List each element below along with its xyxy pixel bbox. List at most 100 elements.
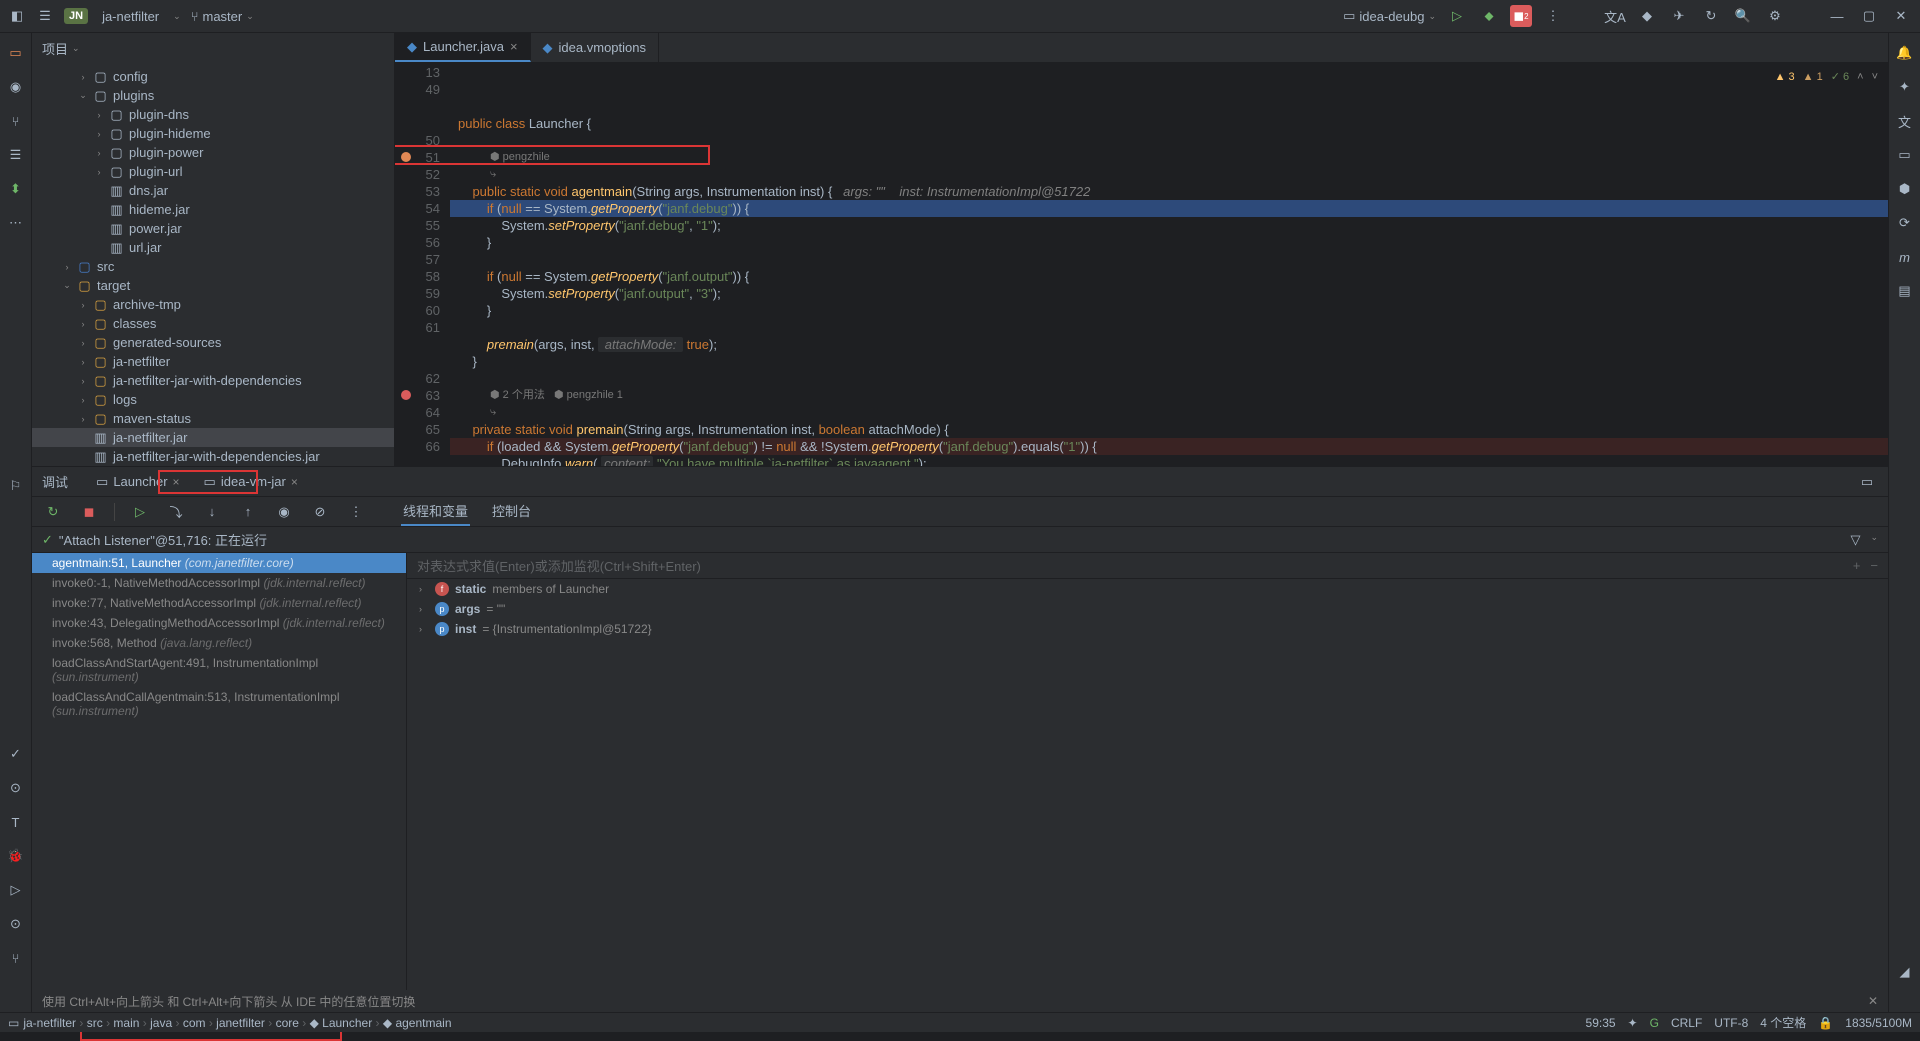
debug-more-icon[interactable]: ⋮ [345, 501, 367, 523]
threads-vars-tab[interactable]: 线程和变量 [401, 497, 470, 526]
more-tools-icon[interactable]: ⋯ [6, 213, 26, 233]
stack-frame[interactable]: invoke:568, Method (java.lang.reflect) [32, 633, 406, 653]
breadcrumb-item[interactable]: core [276, 1016, 299, 1030]
chevron-down-icon[interactable]: ⌄ [72, 43, 80, 54]
vcs-status-icon[interactable]: ✦ [1628, 1016, 1638, 1030]
tree-chevron-icon[interactable]: ⌄ [78, 90, 88, 101]
breadcrumb-item[interactable]: main [113, 1016, 139, 1030]
stack-frame[interactable]: invoke0:-1, NativeMethodAccessorImpl (jd… [32, 573, 406, 593]
tree-item[interactable]: › ▢ classes [32, 314, 394, 333]
add-watch-icon[interactable]: + [1853, 558, 1861, 573]
tree-chevron-icon[interactable]: › [78, 414, 88, 424]
chevron-up-icon[interactable]: ˄ [1857, 69, 1863, 86]
tree-item[interactable]: ▥ dns.jar [32, 181, 394, 200]
commit-tool-icon[interactable]: ◉ [6, 77, 26, 97]
code-line[interactable]: if (null == System.getProperty("janf.out… [450, 268, 1888, 285]
stack-frame[interactable]: invoke:77, NativeMethodAccessorImpl (jdk… [32, 593, 406, 613]
memory-indicator[interactable]: 1835/5100M [1845, 1016, 1912, 1030]
debug-tool-icon[interactable]: 🐞 [6, 846, 26, 866]
plane-icon[interactable]: ✈ [1668, 5, 1690, 27]
thread-status[interactable]: "Attach Listener"@51,716: 正在运行 [59, 530, 267, 549]
tree-chevron-icon[interactable]: › [94, 167, 104, 177]
breadcrumb-item[interactable]: ◆ Launcher [310, 1016, 373, 1030]
tree-item[interactable]: › ▢ plugin-url [32, 162, 394, 181]
code-line[interactable]: premain(args, inst, attachMode: true); [450, 336, 1888, 353]
tree-item[interactable]: ▥ ja-netfilter.jar [32, 428, 394, 447]
maximize-button[interactable]: ▢ [1858, 5, 1880, 27]
settings-icon[interactable]: ⚙ [1764, 5, 1786, 27]
step-out-icon[interactable]: ↑ [237, 501, 259, 523]
maven-tool-icon[interactable]: ⬢ [1895, 179, 1915, 199]
close-tab-icon[interactable]: × [510, 39, 518, 54]
breadcrumb-item[interactable]: janetfilter [216, 1016, 265, 1030]
tree-item[interactable]: › ▢ ja-netfilter-jar-with-dependencies [32, 371, 394, 390]
tree-item[interactable]: › ▢ src [32, 257, 394, 276]
mute-breakpoints-icon[interactable]: ⊘ [309, 501, 331, 523]
tree-chevron-icon[interactable]: › [62, 262, 72, 272]
run-button[interactable]: ▷ [1446, 5, 1468, 27]
breadcrumb-item[interactable]: com [183, 1016, 206, 1030]
step-into-icon[interactable]: ↓ [201, 501, 223, 523]
debug-tab[interactable]: ▭idea-vm-jar× [196, 470, 306, 494]
tree-chevron-icon[interactable]: › [94, 129, 104, 139]
caret-position[interactable]: 59:35 [1586, 1016, 1616, 1030]
endpoints-tool-icon[interactable]: ⬍ [6, 179, 26, 199]
todo-tool-icon[interactable]: ✓ [6, 744, 26, 764]
step-over-icon[interactable]: ⤵ [165, 501, 187, 523]
run-config-selector[interactable]: ▭ idea-deubg ⌄ [1343, 8, 1436, 24]
tree-item[interactable]: › ▢ ja-netfilter [32, 352, 394, 371]
code-line[interactable] [450, 319, 1888, 336]
code-line[interactable] [450, 370, 1888, 387]
file-encoding[interactable]: UTF-8 [1714, 1016, 1748, 1030]
problems-tool-icon[interactable]: ⊙ [6, 778, 26, 798]
debug-button[interactable]: ⬥ [1478, 5, 1500, 27]
tree-item[interactable]: › ▢ maven-status [32, 409, 394, 428]
code-line[interactable]: } [450, 353, 1888, 370]
code-line[interactable]: System.setProperty("janf.debug", "1"); [450, 217, 1888, 234]
stop-button[interactable]: ◼2 [1510, 5, 1532, 27]
eval-input[interactable]: 对表达式求值(Enter)或添加监视(Ctrl+Shift+Enter) [417, 556, 701, 575]
breakpoint-icon[interactable] [401, 152, 411, 162]
tree-item[interactable]: ▥ ja-netfilter-jar-with-dependencies.jar [32, 447, 394, 466]
resume-icon[interactable]: ▷ [129, 501, 151, 523]
minimize-button[interactable]: — [1826, 5, 1848, 27]
chevron-down-icon[interactable]: ⌄ [1870, 532, 1878, 548]
git-tool-icon[interactable]: ⑂ [6, 948, 26, 968]
inspection-ok[interactable]: ✓ 6 [1831, 69, 1849, 86]
coverage-tool-icon[interactable]: ▤ [1895, 281, 1915, 301]
code-line[interactable]: } [450, 234, 1888, 251]
debug-variable[interactable]: › p args = "" [407, 599, 1888, 619]
tree-item[interactable]: ▥ url.jar [32, 238, 394, 257]
stack-frame[interactable]: invoke:43, DelegatingMethodAccessorImpl … [32, 613, 406, 633]
tree-chevron-icon[interactable]: › [78, 357, 88, 367]
tree-chevron-icon[interactable]: › [78, 376, 88, 386]
close-hint-icon[interactable]: ✕ [1868, 994, 1878, 1008]
code-line[interactable]: private static void premain(String args,… [450, 421, 1888, 438]
google-status-icon[interactable]: G [1650, 1016, 1659, 1030]
chevron-right-icon[interactable]: › [419, 604, 429, 614]
tree-item[interactable]: › ▢ archive-tmp [32, 295, 394, 314]
code-line[interactable] [450, 251, 1888, 268]
tree-item[interactable]: › ▢ plugin-dns [32, 105, 394, 124]
tree-item[interactable]: ▥ power.jar [32, 219, 394, 238]
breadcrumb-item[interactable]: ◆ agentmain [383, 1016, 452, 1030]
breadcrumb-icon[interactable]: ▭ [8, 1016, 19, 1030]
bookmarks-tool-icon[interactable]: ⚐ [6, 476, 26, 496]
stop-debug-icon[interactable]: ◼ [78, 501, 100, 523]
code-author-hint[interactable]: ⬢ 2 个用法 ⬢ pengzhile 1 [450, 387, 1888, 404]
tree-chevron-icon[interactable]: › [94, 110, 104, 120]
code-line[interactable]: if (loaded && System.getProperty("janf.d… [450, 438, 1888, 455]
editor-tab[interactable]: ◆ Launcher.java × [395, 33, 531, 62]
code-line[interactable]: if (null == System.getProperty("janf.deb… [450, 200, 1888, 217]
stack-frame[interactable]: loadClassAndStartAgent:491, Instrumentat… [32, 653, 406, 687]
vcs-branch[interactable]: ⑂ master ⌄ [191, 9, 254, 24]
tree-item[interactable]: ⌄ ▢ plugins [32, 86, 394, 105]
tree-chevron-icon[interactable]: › [78, 300, 88, 310]
translate-tool-icon[interactable]: 文 [1895, 111, 1915, 131]
tree-chevron-icon[interactable]: › [94, 148, 104, 158]
close-tab-icon[interactable]: × [173, 475, 180, 489]
tree-item[interactable]: › ▢ plugin-power [32, 143, 394, 162]
tree-item[interactable]: › ▢ config [32, 67, 394, 86]
code-line[interactable] [450, 132, 1888, 149]
inspection-weak-warning[interactable]: ▲ 1 [1803, 69, 1823, 86]
